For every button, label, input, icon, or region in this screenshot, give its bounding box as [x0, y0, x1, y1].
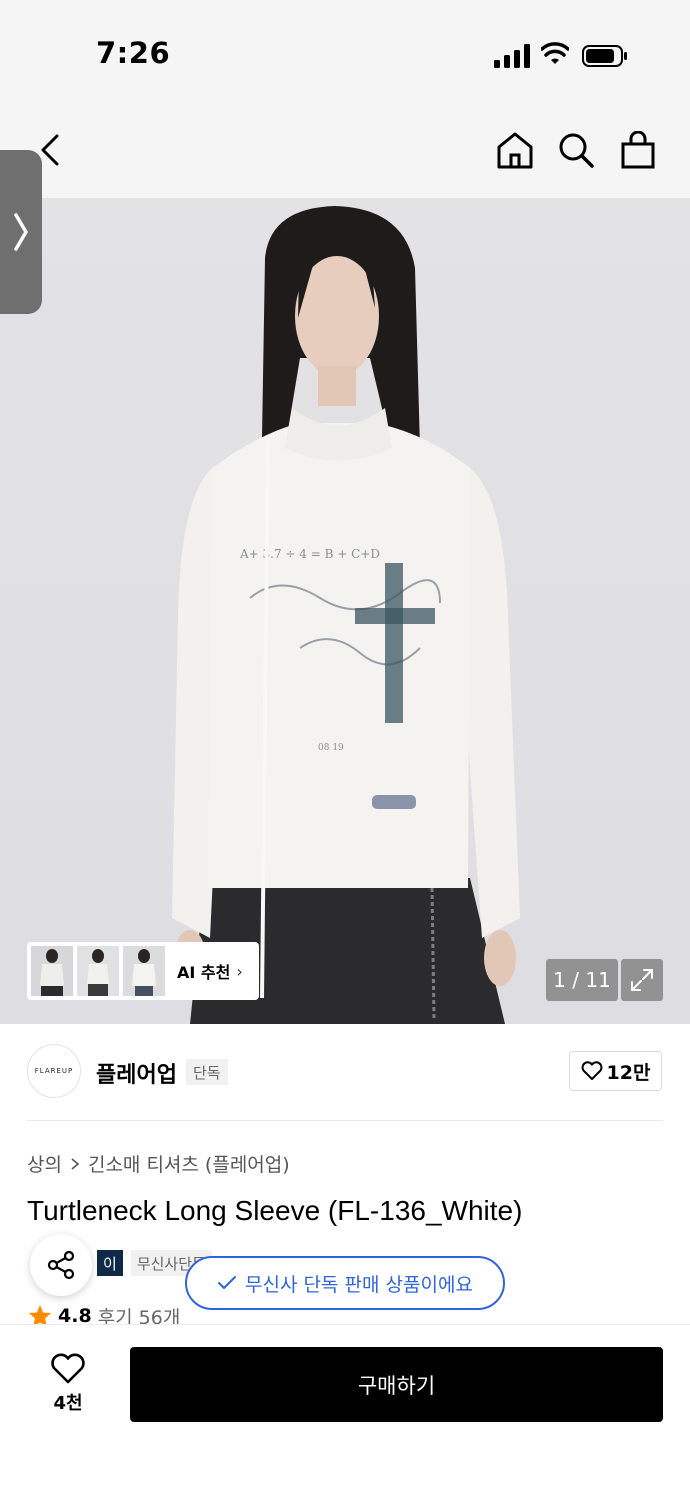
product-photo: A+ 3.7 ÷ 4 = B + C+D 08 19 — [172, 206, 520, 1024]
product-image-carousel[interactable]: A+ 3.7 ÷ 4 = B + C+D 08 19 — [0, 198, 690, 1024]
brand-like-button[interactable]: 12만 — [569, 1051, 662, 1091]
exclusive-toast: 무신사 단독 판매 상품이에요 — [185, 1256, 505, 1310]
ai-thumbnail-2 — [77, 946, 119, 996]
search-button[interactable] — [556, 130, 596, 170]
ai-thumbnail-3 — [123, 946, 165, 996]
share-icon — [47, 1250, 75, 1280]
shopping-bag-button[interactable] — [618, 128, 658, 172]
breadcrumb-subcategory[interactable]: 긴소매 티셔츠 (플레어업) — [88, 1150, 290, 1177]
chevron-right-icon — [71, 1157, 80, 1170]
cellular-signal-icon — [494, 44, 530, 68]
wishlist-button[interactable]: 4천 — [36, 1349, 100, 1419]
fullscreen-button[interactable] — [621, 959, 663, 1001]
tag-dark: 이 — [97, 1250, 123, 1276]
home-icon — [497, 132, 533, 169]
svg-text:08 19: 08 19 — [318, 743, 344, 753]
shopping-bag-icon — [621, 131, 655, 169]
wifi-icon — [541, 42, 569, 64]
status-time: 7:26 — [96, 36, 171, 70]
ai-thumbnail-1 — [31, 946, 73, 996]
exclusive-badge: 단독 — [186, 1059, 228, 1085]
ai-recommendation-button[interactable]: AI 추천 › — [27, 942, 259, 1000]
chevron-left-icon — [41, 134, 59, 166]
image-counter: 1 / 11 — [546, 959, 618, 1001]
heart-icon — [51, 1353, 85, 1384]
buy-button[interactable]: 구매하기 — [130, 1347, 663, 1422]
product-title: Turtleneck Long Sleeve (FL-136_White) — [27, 1195, 523, 1226]
checkmark-icon — [218, 1276, 237, 1289]
brand-like-count: 12만 — [606, 1061, 651, 1084]
top-navigation — [0, 100, 690, 198]
battery-icon — [582, 45, 627, 67]
ai-recommendation-label: AI 추천 — [177, 963, 231, 982]
status-bar: 7:26 — [0, 0, 690, 100]
divider — [27, 1120, 663, 1121]
chevron-right-icon: › — [236, 961, 243, 981]
breadcrumb-category[interactable]: 상의 — [27, 1150, 62, 1177]
brand-logo-text: FLAREUP — [34, 1067, 74, 1075]
chevron-right-icon — [14, 213, 28, 251]
breadcrumb: 상의 긴소매 티셔츠 (플레어업) — [27, 1150, 290, 1177]
heart-icon — [581, 1061, 602, 1080]
share-button[interactable] — [30, 1234, 92, 1296]
bottom-action-bar: 4천 구매하기 — [0, 1324, 690, 1500]
wishlist-count: 4천 — [53, 1393, 83, 1414]
expand-icon — [631, 969, 653, 991]
side-panel-tab[interactable] — [0, 150, 42, 314]
toast-text: 무신사 단독 판매 상품이에요 — [245, 1273, 473, 1296]
search-icon — [559, 133, 594, 168]
brand-row: FLAREUP 플레어업 단독 12만 — [0, 1024, 690, 1120]
svg-text:A+ 3.7 ÷ 4 = B + C+D: A+ 3.7 ÷ 4 = B + C+D — [239, 547, 380, 561]
brand-logo[interactable]: FLAREUP — [27, 1044, 81, 1098]
home-button[interactable] — [494, 128, 536, 172]
brand-name[interactable]: 플레어업 — [96, 1057, 177, 1089]
